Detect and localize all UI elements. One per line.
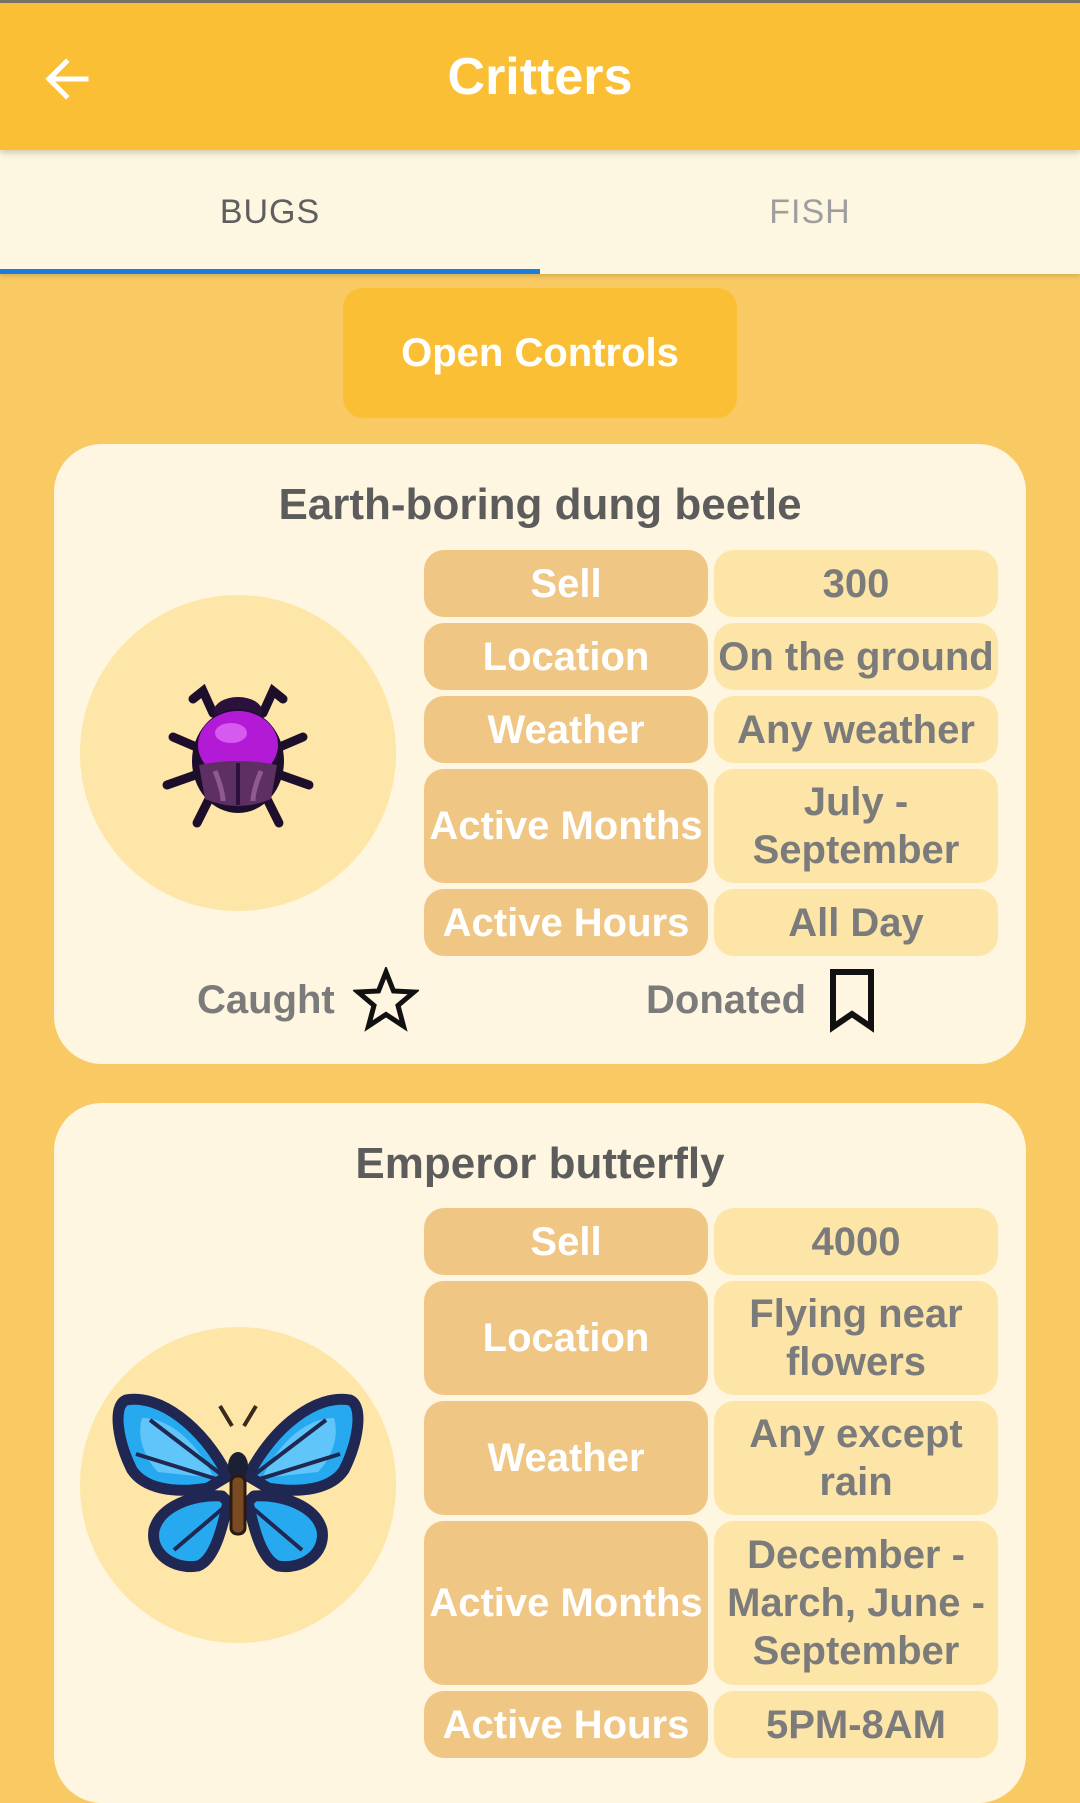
info-row-location: Location Flying near flowers	[424, 1281, 998, 1395]
info-row-weather: Weather Any except rain	[424, 1401, 998, 1515]
info-value: 300	[714, 550, 998, 617]
info-label: Weather	[424, 696, 708, 763]
info-value: Flying near flowers	[714, 1281, 998, 1395]
info-label: Sell	[424, 1208, 708, 1275]
caught-toggle[interactable]: Caught	[197, 965, 419, 1035]
dung-beetle-icon	[162, 683, 314, 828]
app-bar: Critters	[0, 3, 1080, 150]
info-label: Weather	[424, 1401, 708, 1515]
info-row-location: Location On the ground	[424, 623, 998, 690]
tab-bugs[interactable]: BUGS	[0, 150, 540, 274]
critter-name: Earth-boring dung beetle	[278, 480, 802, 529]
critter-name: Emperor butterfly	[355, 1139, 725, 1188]
critter-avatar	[80, 1327, 396, 1643]
info-row-sell: Sell 300	[424, 550, 998, 617]
tab-fish[interactable]: FISH	[540, 150, 1080, 274]
info-label: Active Months	[424, 1521, 708, 1685]
info-value: Any except rain	[714, 1401, 998, 1515]
donated-toggle[interactable]: Donated	[646, 965, 880, 1035]
open-controls-button[interactable]: Open Controls	[343, 288, 737, 418]
critter-card: Earth-boring dung beetle Sell 300 Locati…	[54, 444, 1026, 1064]
info-row-active-hours: Active Hours 5PM-8AM	[424, 1691, 998, 1758]
info-row-active-months: Active Months December - March, June - S…	[424, 1521, 998, 1685]
info-label: Location	[424, 623, 708, 690]
tab-indicator	[0, 269, 540, 274]
info-value: 4000	[714, 1208, 998, 1275]
butterfly-icon	[112, 1393, 364, 1573]
info-row-weather: Weather Any weather	[424, 696, 998, 763]
critter-card: Emperor butterfly Sell 4000 Location Fly…	[54, 1103, 1026, 1803]
info-row-active-hours: Active Hours All Day	[424, 889, 998, 956]
info-label: Active Months	[424, 769, 708, 883]
info-label: Active Hours	[424, 889, 708, 956]
info-value: All Day	[714, 889, 998, 956]
info-row-active-months: Active Months July - September	[424, 769, 998, 883]
info-value: Any weather	[714, 696, 998, 763]
donated-label: Donated	[646, 977, 806, 1022]
bookmark-outline-icon	[830, 969, 874, 1033]
page-title: Critters	[447, 48, 633, 106]
caught-label: Caught	[197, 977, 335, 1022]
info-label: Active Hours	[424, 1691, 708, 1758]
info-row-sell: Sell 4000	[424, 1208, 998, 1275]
info-label: Sell	[424, 550, 708, 617]
info-value: 5PM-8AM	[714, 1691, 998, 1758]
info-value: July - September	[714, 769, 998, 883]
star-outline-icon	[352, 967, 419, 1032]
info-value: December - March, June - September	[714, 1521, 998, 1685]
critter-info-table: Sell 300 Location On the ground Weather …	[424, 550, 998, 962]
critter-avatar	[80, 595, 396, 911]
tab-bar: BUGS FISH	[0, 150, 1080, 274]
critter-info-table: Sell 4000 Location Flying near flowers W…	[424, 1208, 998, 1764]
info-value: On the ground	[714, 623, 998, 690]
info-label: Location	[424, 1281, 708, 1395]
